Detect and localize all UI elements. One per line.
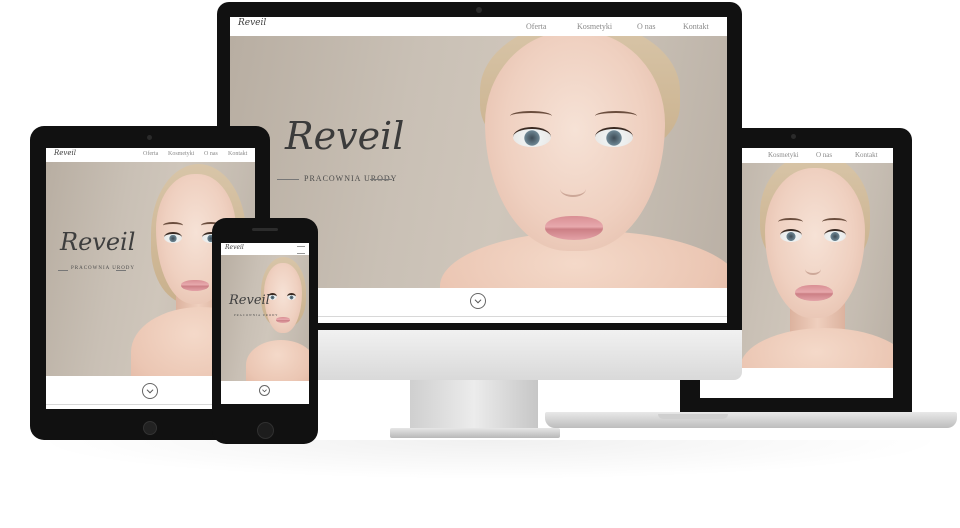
monitor-hero-face [440, 36, 727, 288]
monitor-nav-oferta[interactable]: Oferta [526, 22, 546, 31]
phone-hero: Reveil PRACOWNIA URODY [221, 255, 309, 381]
tablet-logo-line-right [116, 270, 126, 271]
monitor-nav-o-nas[interactable]: O nas [637, 22, 655, 31]
tablet-hero-logo-script: Reveil [60, 228, 136, 256]
chevron-down-icon[interactable] [470, 293, 486, 309]
chevron-down-icon[interactable] [259, 385, 270, 396]
tablet-nav-kosmetyki[interactable]: Kosmetyki [168, 151, 194, 157]
tablet-nav-logo[interactable]: Reveil [54, 149, 76, 157]
monitor-logo-line-right [370, 179, 392, 180]
laptop-nav-kosmetyki[interactable]: Kosmetyki [768, 151, 799, 159]
laptop-hero-face [720, 163, 893, 368]
monitor-stand-neck [410, 378, 538, 430]
hamburger-menu-icon[interactable] [297, 246, 305, 254]
laptop-base [545, 412, 957, 428]
tablet-logo-line-left [58, 270, 68, 271]
laptop-camera [791, 134, 796, 139]
laptop-trackpad-notch [658, 414, 728, 419]
monitor-hero-logo-script: Reveil [285, 114, 405, 158]
laptop-nav-o-nas[interactable]: O nas [816, 151, 832, 159]
monitor-logo-line-left [277, 179, 299, 180]
phone-hero-tagline: PRACOWNIA URODY [234, 313, 279, 317]
monitor-stand-foot [390, 428, 560, 438]
monitor-navbar: Reveil Oferta Kosmetyki O nas Kontakt [230, 17, 727, 37]
monitor-nav-kosmetyki[interactable]: Kosmetyki [577, 22, 612, 31]
floor-shadow [30, 440, 950, 480]
chevron-down-icon[interactable] [142, 383, 158, 399]
phone-nav-logo[interactable]: Reveil [225, 244, 244, 251]
phone-home-button[interactable] [257, 422, 274, 439]
tablet-nav-kontakt[interactable]: Kontakt [228, 151, 247, 157]
monitor-nav-logo[interactable]: Reveil [238, 18, 266, 28]
tablet-nav-oferta[interactable]: Oferta [143, 151, 158, 157]
tablet-home-button[interactable] [143, 421, 157, 435]
tablet-camera [147, 135, 152, 140]
tablet-nav-o-nas[interactable]: O nas [204, 151, 218, 157]
phone-screen: Reveil Reveil PRACOWNIA URODY [221, 243, 309, 404]
phone-speaker [252, 228, 278, 231]
phone-bottom-bar [221, 381, 309, 404]
monitor-nav-kontakt[interactable]: Kontakt [683, 22, 709, 31]
laptop-nav-kontakt[interactable]: Kontakt [855, 151, 878, 159]
phone-hero-face [246, 255, 309, 381]
monitor-camera [476, 7, 482, 13]
tablet-navbar: Reveil Oferta Kosmetyki O nas Kontakt [46, 148, 255, 163]
phone-hero-logo-script: Reveil [229, 293, 270, 308]
